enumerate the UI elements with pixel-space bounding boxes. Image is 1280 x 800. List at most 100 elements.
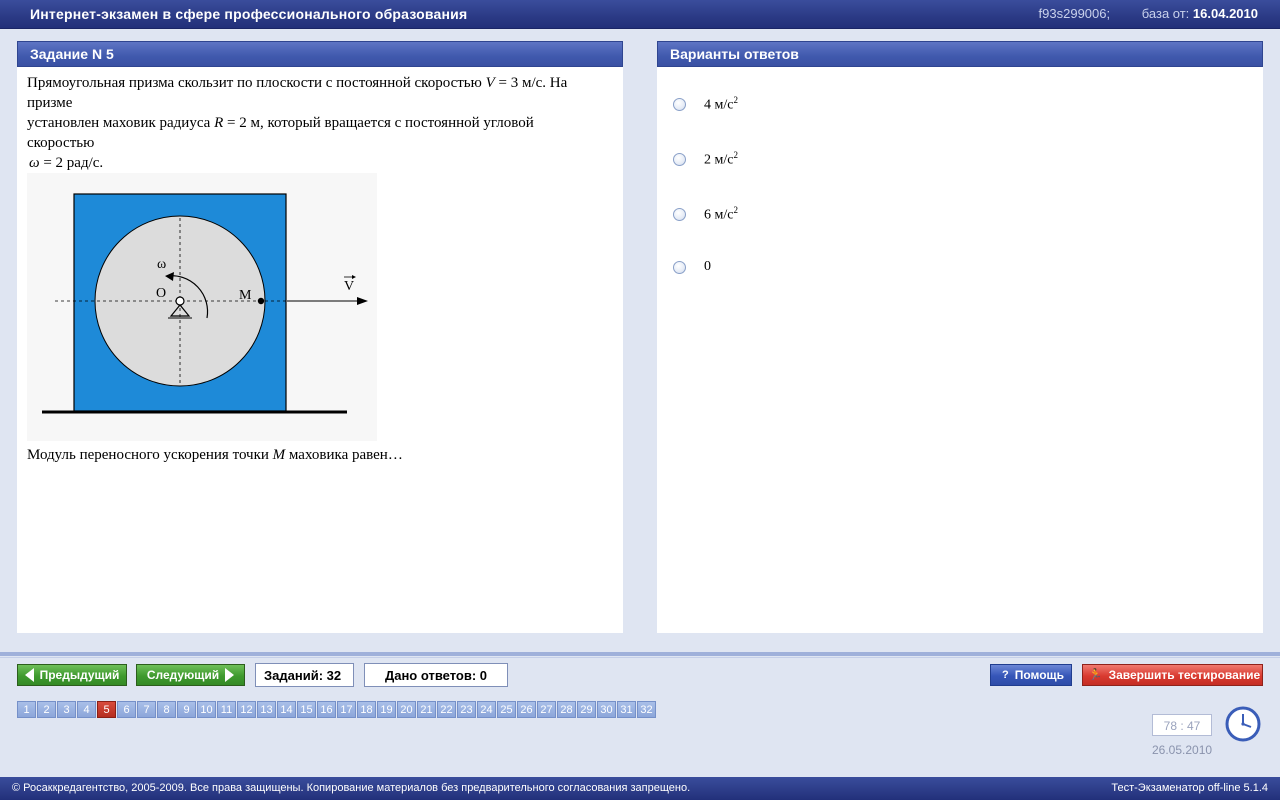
- answer-option-3[interactable]: 6 м/с2: [673, 204, 738, 224]
- answer-text-4: 0: [704, 259, 711, 274]
- answers-heading: Варианты ответов: [657, 41, 1263, 67]
- arrow-left-icon: [24, 668, 34, 682]
- page-button-26[interactable]: 26: [517, 701, 536, 718]
- page-button-29[interactable]: 29: [577, 701, 596, 718]
- next-button[interactable]: Следующий: [136, 664, 245, 686]
- question-icon: ?: [1001, 669, 1009, 681]
- page-button-10[interactable]: 10: [197, 701, 216, 718]
- page-button-7[interactable]: 7: [137, 701, 156, 718]
- point-m: [257, 297, 265, 305]
- answers-panel: Варианты ответов 4 м/с2 2 м/с2 6 м/с2 0: [657, 41, 1263, 633]
- page-button-31[interactable]: 31: [617, 701, 636, 718]
- clock-icon: [1225, 706, 1261, 742]
- answer-text-2: 2 м/с: [704, 152, 734, 168]
- session-info: f93s299006; база от: 16.04.2010: [1039, 6, 1258, 21]
- timer-display: 78 : 47: [1152, 714, 1212, 736]
- page-button-5[interactable]: 5: [97, 701, 116, 718]
- task-line-2: призме: [27, 95, 73, 111]
- page-button-15[interactable]: 15: [297, 701, 316, 718]
- help-button-label: Помощь: [1014, 668, 1065, 682]
- answer-text-3: 6 м/с: [704, 207, 734, 223]
- center-point-o: [175, 296, 185, 306]
- page-button-17[interactable]: 17: [337, 701, 356, 718]
- prev-button[interactable]: Предыдущий: [17, 664, 127, 686]
- page-button-23[interactable]: 23: [457, 701, 476, 718]
- answer-text-1: 4 м/с: [704, 97, 734, 113]
- page-button-28[interactable]: 28: [557, 701, 576, 718]
- task-question: Модуль переносного ускорения точки M мах…: [27, 445, 613, 465]
- answer-sup-1: 2: [733, 94, 738, 105]
- task-line-3-b: = 2 м, который вращается с постоянной уг…: [223, 115, 534, 131]
- answer-value-1: 4 м/с2: [704, 95, 738, 114]
- var-r: R: [214, 115, 224, 131]
- task-line-5: ω = 2 рад/с.: [27, 153, 613, 173]
- answer-radio-4[interactable]: [673, 260, 686, 274]
- page-button-6[interactable]: 6: [117, 701, 136, 718]
- page-button-9[interactable]: 9: [177, 701, 196, 718]
- prev-button-label: Предыдущий: [39, 668, 120, 682]
- page-button-12[interactable]: 12: [237, 701, 256, 718]
- var-v: V: [485, 75, 495, 91]
- page-button-32[interactable]: 32: [637, 701, 656, 718]
- page-button-25[interactable]: 25: [497, 701, 516, 718]
- answer-radio-3[interactable]: [673, 207, 686, 221]
- answer-sup-3: 2: [733, 204, 738, 215]
- page-button-24[interactable]: 24: [477, 701, 496, 718]
- page-button-30[interactable]: 30: [597, 701, 616, 718]
- finish-button-label: Завершить тестирование: [1108, 668, 1261, 682]
- page-button-1[interactable]: 1: [17, 701, 36, 718]
- task-question-b: маховика равен…: [285, 447, 403, 463]
- task-line-1-b: = 3 м/с. На: [494, 75, 568, 91]
- bottom-separator: [0, 652, 1280, 656]
- page-button-22[interactable]: 22: [437, 701, 456, 718]
- page-button-27[interactable]: 27: [537, 701, 556, 718]
- arrow-right-icon: [225, 668, 235, 682]
- velocity-arrowhead: [357, 297, 368, 305]
- bottom-separator-thin: [0, 657, 1280, 658]
- task-panel: Задание N 5 Прямоугольная призма скользи…: [17, 41, 623, 633]
- task-heading: Задание N 5: [17, 41, 623, 67]
- label-v: V: [344, 279, 354, 294]
- tasks-count: Заданий: 32: [255, 663, 354, 687]
- page-button-2[interactable]: 2: [37, 701, 56, 718]
- answer-option-2[interactable]: 2 м/с2: [673, 149, 738, 169]
- answer-radio-1[interactable]: [673, 97, 686, 111]
- page-button-8[interactable]: 8: [157, 701, 176, 718]
- label-omega: ω: [157, 257, 166, 272]
- page-button-16[interactable]: 16: [317, 701, 336, 718]
- label-o: O: [156, 286, 166, 301]
- page-button-20[interactable]: 20: [397, 701, 416, 718]
- base-label: база от:: [1141, 6, 1190, 21]
- session-id: f93s299006;: [1038, 6, 1111, 21]
- page-button-11[interactable]: 11: [217, 701, 236, 718]
- answer-value-4: 0: [704, 259, 711, 275]
- help-button[interactable]: ? Помощь: [990, 664, 1072, 686]
- footer-bar: © Росаккредагентство, 2005-2009. Все пра…: [0, 777, 1280, 800]
- finish-test-button[interactable]: 🏃 Завершить тестирование: [1082, 664, 1263, 686]
- answer-option-4[interactable]: 0: [673, 257, 711, 277]
- answer-option-1[interactable]: 4 м/с2: [673, 94, 738, 114]
- answers-given-count: Дано ответов: 0: [364, 663, 508, 687]
- page-button-21[interactable]: 21: [417, 701, 436, 718]
- var-omega: ω: [29, 155, 40, 171]
- task-text: Прямоугольная призма скользит по плоскос…: [17, 67, 623, 465]
- task-line-4: скоростью: [27, 135, 95, 151]
- next-button-label: Следующий: [146, 668, 220, 682]
- page-button-19[interactable]: 19: [377, 701, 396, 718]
- task-figure: ω O M V: [27, 173, 377, 441]
- var-m: M: [272, 447, 286, 463]
- page-button-18[interactable]: 18: [357, 701, 376, 718]
- page-button-14[interactable]: 14: [277, 701, 296, 718]
- running-man-icon: 🏃: [1088, 669, 1103, 681]
- footer-version: Тест-Экзаменатор off-line 5.1.4: [1111, 782, 1268, 794]
- answer-value-3: 6 м/с2: [704, 205, 738, 224]
- footer-copyright: © Росаккредагентство, 2005-2009. Все пра…: [12, 782, 691, 794]
- label-m: M: [239, 288, 252, 303]
- task-line-3-a: установлен маховик радиуса: [27, 115, 215, 131]
- page-button-13[interactable]: 13: [257, 701, 276, 718]
- app-title: Интернет-экзамен в сфере профессионально…: [30, 6, 468, 22]
- answer-radio-2[interactable]: [673, 152, 686, 166]
- prism-flywheel-diagram: ω O M V: [42, 193, 368, 414]
- page-button-4[interactable]: 4: [77, 701, 96, 718]
- page-button-3[interactable]: 3: [57, 701, 76, 718]
